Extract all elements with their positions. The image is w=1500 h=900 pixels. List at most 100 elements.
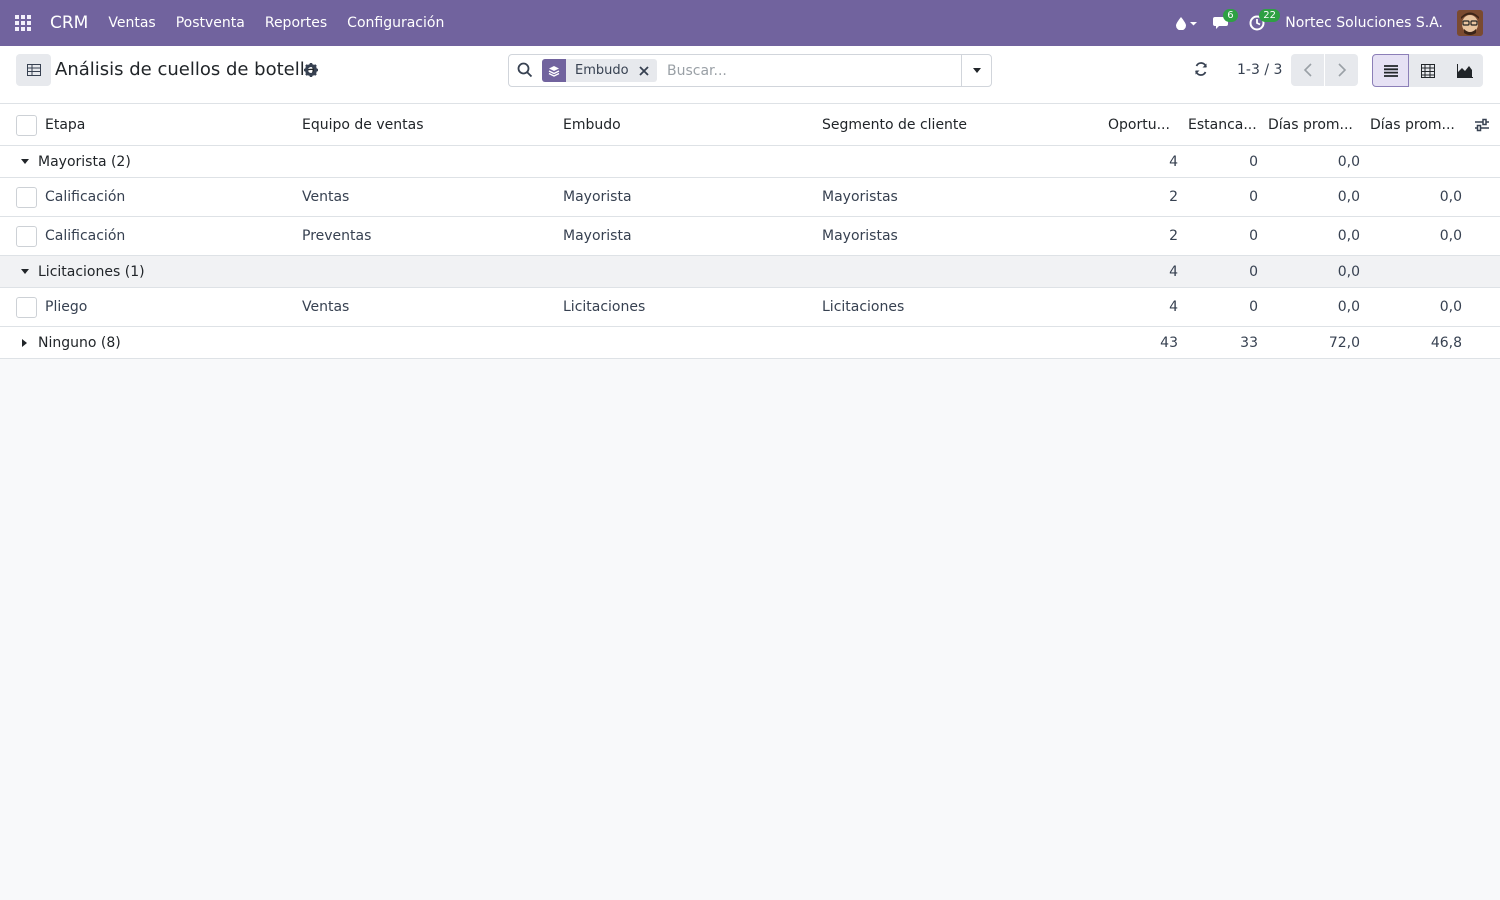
group-total-dias-prom-1: 0,0 [1337,153,1360,170]
row-checkbox[interactable] [16,226,37,247]
column-header-dias-prom-1[interactable]: Días prom... [1268,104,1353,145]
group-total-estancadas: 0 [1249,263,1258,280]
search-facet: Embudo [542,59,657,82]
cell-segmento: Mayoristas [822,189,898,205]
chevron-left-icon [1303,63,1312,77]
pivot-view-button[interactable] [1409,54,1446,87]
top-navbar: CRM Ventas Postventa Reportes Configurac… [0,0,1500,46]
cell-embudo: Licitaciones [563,299,646,315]
control-panel: Análisis de cuellos de botella Embudo 1-… [0,46,1500,104]
column-header-estancadas[interactable]: Estanca... [1188,104,1257,145]
column-header-embudo[interactable]: Embudo [563,104,621,145]
table-icon [26,64,41,76]
group-row-mayorista[interactable]: Mayorista (2) 4 0 0,0 [0,146,1500,178]
group-total-oportunidades: 43 [1160,334,1178,351]
sidebar-toggle-button[interactable] [16,54,51,86]
company-switcher[interactable]: Nortec Soluciones S.A. [1285,15,1443,31]
facet-label: Embudo [575,63,629,78]
cell-equipo: Ventas [302,189,350,205]
chat-icon[interactable]: 6 [1205,0,1241,46]
group-total-oportunidades: 4 [1169,153,1178,170]
column-header-segmento[interactable]: Segmento de cliente [822,104,967,145]
close-icon[interactable] [637,65,651,76]
cell-estancadas: 0 [1249,299,1258,315]
cell-dias-prom-2: 0,0 [1439,299,1462,315]
cell-dias-prom-1: 0,0 [1337,228,1360,244]
pager-buttons [1291,54,1358,86]
group-label[interactable]: Licitaciones (1) [38,256,145,287]
column-header-oportunidades[interactable]: Oportu... [1108,104,1170,145]
row-checkbox[interactable] [16,187,37,208]
select-all-checkbox[interactable] [16,115,37,136]
pager-value[interactable]: 1-3 / 3 [1237,62,1282,78]
column-header-etapa[interactable]: Etapa [45,104,85,145]
menu-postventa[interactable]: Postventa [166,0,255,46]
caret-down-icon [21,146,29,177]
list-icon [1383,64,1398,77]
column-header-equipo[interactable]: Equipo de ventas [302,104,423,145]
cell-oportunidades: 4 [1169,299,1178,315]
apps-grid-icon[interactable] [0,0,46,46]
avatar[interactable] [1457,10,1483,36]
activities-badge: 22 [1259,9,1280,22]
messages-badge: 6 [1223,9,1238,22]
group-total-dias-prom-2: 46,8 [1430,334,1462,351]
group-total-dias-prom-1: 72,0 [1328,334,1360,351]
cell-etapa: Calificación [45,189,126,205]
cell-estancadas: 0 [1249,189,1258,205]
menu-configuracion[interactable]: Configuración [337,0,454,46]
view-switcher [1372,54,1483,87]
row-checkbox[interactable] [16,297,37,318]
layers-icon [542,59,566,82]
app-brand[interactable]: CRM [50,13,88,33]
table-row[interactable]: Calificación Preventas Mayorista Mayoris… [0,217,1500,256]
table-row[interactable]: Calificación Ventas Mayorista Mayoristas… [0,178,1500,217]
page-title: Análisis de cuellos de botella [55,59,316,80]
cell-oportunidades: 2 [1169,189,1178,205]
group-label[interactable]: Ninguno (8) [38,327,121,358]
cell-dias-prom-2: 0,0 [1439,228,1462,244]
area-chart-icon [1456,63,1473,78]
group-total-oportunidades: 4 [1169,263,1178,280]
group-total-estancadas: 33 [1240,334,1258,351]
cell-oportunidades: 2 [1169,228,1178,244]
cell-etapa: Calificación [45,228,126,244]
search-icon[interactable] [517,62,533,82]
menu-reportes[interactable]: Reportes [255,0,337,46]
cell-equipo: Preventas [302,228,372,244]
group-row-ninguno[interactable]: Ninguno (8) 43 33 72,0 46,8 [0,327,1500,359]
list-table: Etapa Equipo de ventas Embudo Segmento d… [0,104,1500,359]
clock-icon[interactable]: 22 [1241,0,1280,46]
droplet-icon[interactable] [1167,0,1205,46]
pager-previous-button[interactable] [1291,54,1324,86]
cell-dias-prom-1: 0,0 [1337,299,1360,315]
caret-right-icon [22,327,27,358]
refresh-icon[interactable] [1194,62,1208,80]
group-label[interactable]: Mayorista (2) [38,146,131,177]
chevron-right-icon [1337,63,1346,77]
cell-estancadas: 0 [1249,228,1258,244]
column-header-dias-prom-2[interactable]: Días prom... [1370,104,1455,145]
cell-embudo: Mayorista [563,228,632,244]
cell-segmento: Mayoristas [822,228,898,244]
search-options-toggle[interactable] [961,55,991,86]
pivot-table-icon [1420,63,1435,78]
group-row-licitaciones[interactable]: Licitaciones (1) 4 0 0,0 [0,256,1500,288]
group-total-estancadas: 0 [1249,153,1258,170]
search-input[interactable] [667,59,957,83]
cell-embudo: Mayorista [563,189,632,205]
menu-ventas[interactable]: Ventas [98,0,165,46]
cell-equipo: Ventas [302,299,350,315]
list-view-button[interactable] [1372,54,1409,87]
cell-etapa: Pliego [45,299,88,315]
graph-view-button[interactable] [1446,54,1483,87]
cell-dias-prom-2: 0,0 [1439,189,1462,205]
cell-dias-prom-1: 0,0 [1337,189,1360,205]
caret-down-icon [21,256,29,287]
chevron-down-icon [972,68,981,73]
table-row[interactable]: Pliego Ventas Licitaciones Licitaciones … [0,288,1500,327]
gear-icon[interactable] [303,62,319,78]
search-bar: Embudo [508,54,992,87]
pager-next-button[interactable] [1325,54,1358,86]
column-settings-icon[interactable] [1474,104,1490,145]
